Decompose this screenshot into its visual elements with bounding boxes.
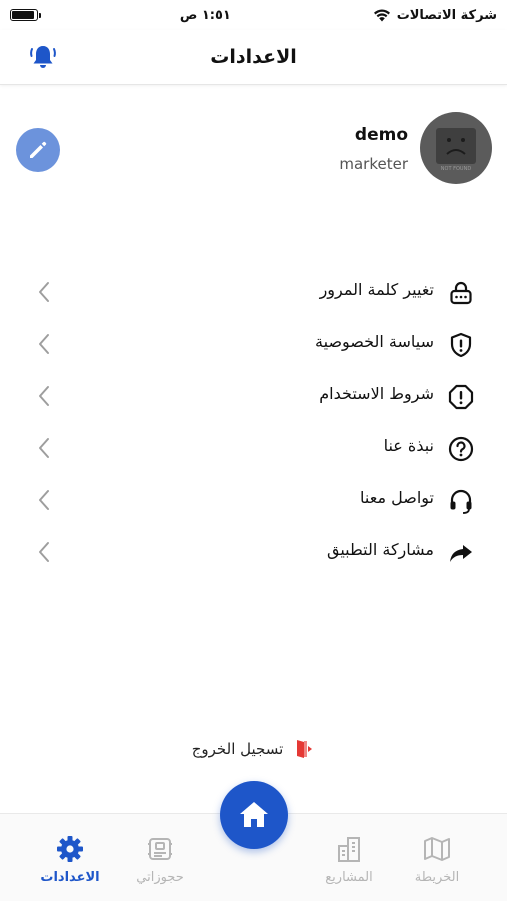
bookings-icon xyxy=(148,838,172,860)
chevron-left-icon xyxy=(34,489,54,511)
logout-button[interactable]: تسجيل الخروج xyxy=(0,735,507,763)
question-icon xyxy=(445,433,477,465)
battery-icon xyxy=(10,9,41,21)
menu-label: تواصل معنا xyxy=(360,488,434,507)
menu-item-share-app[interactable]: مشاركة التطبيق xyxy=(0,526,507,578)
home-icon xyxy=(240,802,268,827)
avatar-text: NOT FOUND xyxy=(441,166,472,172)
map-icon xyxy=(424,837,450,861)
edit-profile-button[interactable] xyxy=(16,128,60,172)
chevron-left-icon xyxy=(34,333,54,355)
battery-level xyxy=(12,11,34,19)
share-arrow-icon xyxy=(445,537,477,569)
profile-section: NOT FOUND demo marketer xyxy=(0,110,507,190)
lock-icon xyxy=(445,277,477,309)
headset-icon xyxy=(445,485,477,517)
wifi-icon xyxy=(373,9,390,22)
menu-label: مشاركة التطبيق xyxy=(327,540,434,559)
profile-name: demo xyxy=(354,125,408,145)
status-right: شركة الاتصالات xyxy=(373,8,497,23)
page-title: الاعدادات xyxy=(210,46,297,68)
chevron-left-icon xyxy=(34,385,54,407)
logout-label: تسجيل الخروج xyxy=(191,740,284,758)
menu-label: نبذة عنا xyxy=(383,436,434,455)
nav-label: الخريطة xyxy=(414,870,460,885)
chevron-left-icon xyxy=(34,541,54,563)
menu-item-about-us[interactable]: نبذة عنا xyxy=(0,422,507,474)
nav-item-map[interactable]: الخريطة xyxy=(392,834,482,894)
menu-item-change-password[interactable]: تغيير كلمة المرور xyxy=(0,266,507,318)
profile-role: marketer xyxy=(339,155,408,173)
shield-alert-icon xyxy=(445,329,477,361)
app-header: الاعدادات xyxy=(0,30,507,85)
chevron-left-icon xyxy=(34,281,54,303)
nav-item-projects[interactable]: المشاريع xyxy=(304,834,394,894)
nav-label: حجوزاتي xyxy=(136,870,184,885)
nav-label: الاعدادات xyxy=(40,870,100,885)
avatar: NOT FOUND xyxy=(420,112,492,184)
menu-item-privacy-policy[interactable]: سياسة الخصوصية xyxy=(0,318,507,370)
settings-menu: تغيير كلمة المرور سياسة الخصوصية شروط ال… xyxy=(0,266,507,578)
logout-door-icon xyxy=(297,740,313,758)
home-button[interactable] xyxy=(220,781,288,849)
carrier-name: شركة الاتصالات xyxy=(396,7,497,23)
status-left xyxy=(10,9,41,21)
nav-item-settings[interactable]: الاعدادات xyxy=(25,834,115,894)
buildings-icon xyxy=(338,837,360,862)
menu-label: سياسة الخصوصية xyxy=(315,332,434,351)
nav-label: المشاريع xyxy=(325,870,373,885)
status-time: ١:٥١ ص xyxy=(179,7,231,23)
pencil-icon xyxy=(30,141,47,158)
gear-icon xyxy=(57,836,83,862)
menu-label: شروط الاستخدام xyxy=(319,384,434,403)
chevron-left-icon xyxy=(34,437,54,459)
menu-item-terms-of-use[interactable]: شروط الاستخدام xyxy=(0,370,507,422)
menu-item-contact-us[interactable]: تواصل معنا xyxy=(0,474,507,526)
octagon-alert-icon xyxy=(445,381,477,413)
nav-item-bookings[interactable]: حجوزاتي xyxy=(115,834,205,894)
menu-label: تغيير كلمة المرور xyxy=(319,280,434,299)
status-bar: ١:٥١ ص شركة الاتصالات xyxy=(0,0,507,30)
bell-icon[interactable] xyxy=(26,40,60,74)
